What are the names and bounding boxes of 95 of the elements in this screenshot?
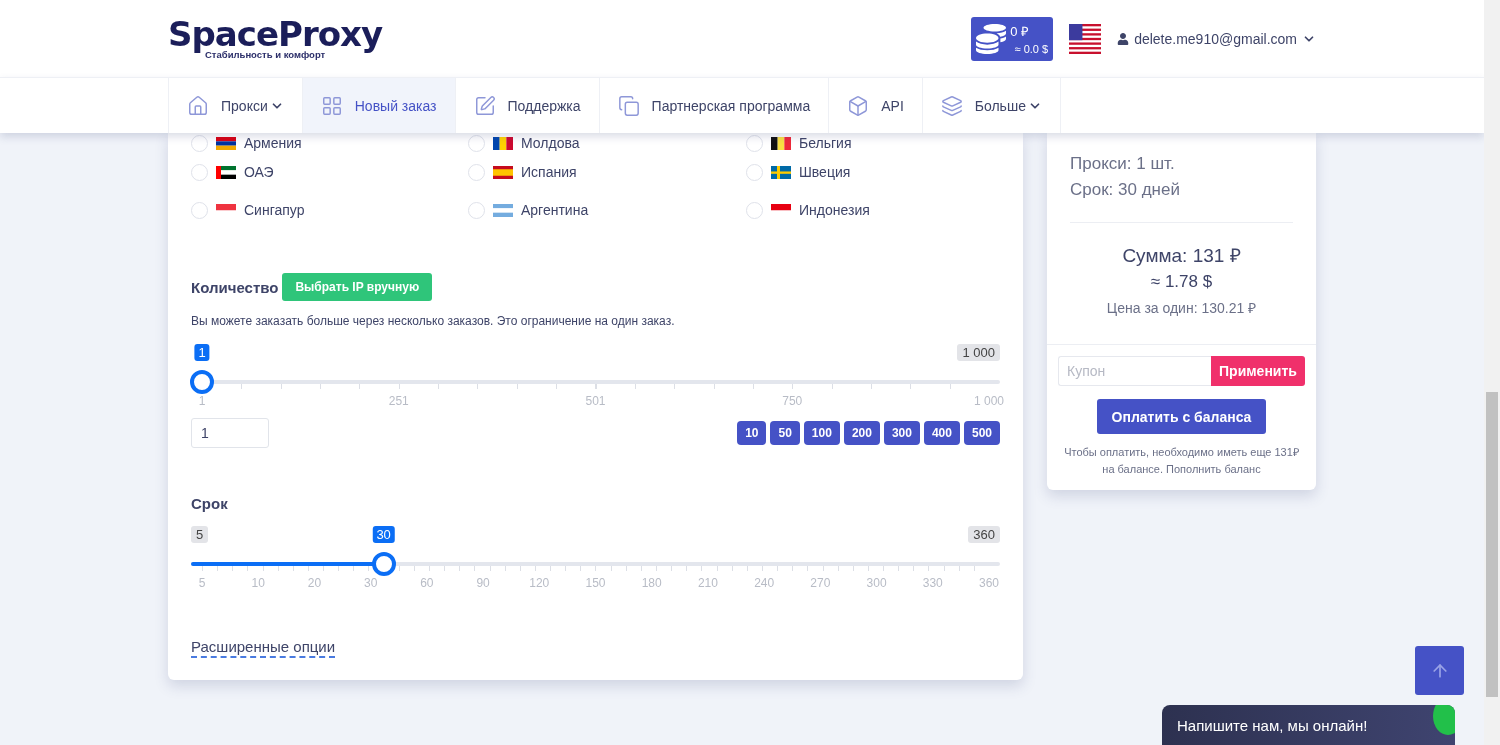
- limit-note: Вы можете заказать больше через несколько заказов. Это ограничение на один заказ.: [191, 314, 676, 328]
- tick-label: 1: [198, 394, 206, 408]
- country-option[interactable]: Бельгия: [746, 133, 1000, 153]
- country-option[interactable]: Швеция: [746, 153, 1000, 191]
- country-option[interactable]: Аргентина: [468, 191, 746, 229]
- preset-button[interactable]: 100: [803, 421, 840, 445]
- flag-icon: [216, 165, 236, 179]
- balance-button[interactable]: 0 ₽ ≈ 0.0 $: [971, 16, 1054, 61]
- nav-tab[interactable]: Партнерская программа: [599, 78, 830, 133]
- tick-label: 300: [866, 576, 887, 590]
- country-option[interactable]: Армения: [191, 133, 468, 153]
- user-icon: [1117, 32, 1130, 45]
- preset-button[interactable]: 200: [843, 421, 880, 445]
- preset-button[interactable]: 500: [963, 421, 1000, 445]
- country-name: Бельгия: [799, 135, 852, 151]
- nav-tab[interactable]: Прокси: [168, 78, 303, 133]
- cube-icon: [847, 94, 870, 117]
- flag-icon: [493, 165, 513, 179]
- tick-label: 251: [388, 394, 409, 408]
- tick-label: 210: [697, 576, 718, 590]
- pencil-square-icon: [473, 94, 496, 117]
- total-usd: ≈ 1.78 $: [1150, 271, 1213, 293]
- tick-label: 360: [979, 576, 999, 590]
- flag-icon: [771, 136, 791, 150]
- slider-thumb[interactable]: [190, 370, 214, 394]
- tick-label: 180: [641, 576, 662, 590]
- tick-label: 60: [420, 576, 434, 590]
- house-icon: [187, 94, 209, 117]
- country-name: Индонезия: [799, 202, 870, 218]
- max-value-badge: 1 000: [957, 344, 1000, 361]
- scrollbar[interactable]: [1484, 0, 1500, 745]
- tick-label: 150: [585, 576, 606, 590]
- proxy-count: Прокси: 1 шт.: [1070, 153, 1176, 175]
- min-value-badge: 5: [191, 526, 209, 543]
- country-option[interactable]: ОАЭ: [191, 153, 468, 191]
- tick-label: 90: [476, 576, 490, 590]
- country-option[interactable]: Индонезия: [746, 191, 1000, 229]
- section-title: Количество: [191, 278, 279, 296]
- layers-icon: [940, 94, 963, 117]
- pay-button[interactable]: Оплатить с баланса: [1096, 399, 1267, 434]
- chat-widget[interactable]: Напишите нам, мы онлайн!: [1162, 705, 1455, 745]
- copy-icon: [617, 94, 640, 117]
- flag-icon: [1069, 23, 1102, 54]
- nav-tab[interactable]: API: [829, 78, 923, 133]
- tick-label: 240: [754, 576, 775, 590]
- tick-label: 330: [922, 576, 943, 590]
- advanced-options-link[interactable]: Расширенные опции: [191, 638, 336, 658]
- unit-price: Цена за один: 130.21 ₽: [1106, 299, 1257, 318]
- preset-button[interactable]: 50: [770, 421, 800, 445]
- flag-icon: [216, 136, 236, 150]
- slider-thumb[interactable]: [371, 552, 396, 576]
- total-sum: Сумма: 131 ₽: [1122, 244, 1241, 268]
- flag-icon: [771, 165, 791, 179]
- grid-icon: [320, 94, 343, 117]
- country-name: Швеция: [799, 164, 851, 180]
- tick-label: 750: [782, 394, 803, 408]
- tick-label: 20: [307, 576, 322, 590]
- preset-button[interactable]: 10: [737, 421, 767, 445]
- country-option[interactable]: Сингапур: [191, 191, 468, 229]
- country-option[interactable]: Испания: [468, 153, 746, 191]
- payment-note: Чтобы оплатить, необходимо иметь еще 131₽ на балансе. Пополнить баланс: [1063, 445, 1300, 477]
- quantity-field[interactable]: 1: [191, 418, 269, 448]
- period-summary: Срок: 30 дней: [1070, 179, 1181, 201]
- tick-label: 30: [363, 576, 378, 590]
- tick-label: 10: [251, 576, 265, 590]
- value-bubble: 1: [194, 344, 210, 361]
- max-value-badge: 360: [968, 526, 1000, 543]
- tick-label: 120: [529, 576, 550, 590]
- top-up-link[interactable]: Пополнить баланс: [1166, 463, 1261, 475]
- tick-label: 1 000: [974, 394, 1004, 408]
- nav-tab[interactable]: Поддержка: [455, 78, 600, 133]
- country-name: Аргентина: [521, 202, 589, 218]
- coupon-field[interactable]: Купон: [1058, 356, 1211, 386]
- user-menu[interactable]: delete.me910@gmail.com: [1117, 30, 1316, 47]
- value-bubble: 30: [372, 526, 395, 543]
- coins-icon: [976, 23, 1007, 54]
- country-name: Молдова: [521, 135, 580, 151]
- nav-tab[interactable]: Новый заказ: [302, 78, 456, 133]
- country-name: Испания: [521, 164, 577, 180]
- tick-label: 5: [198, 576, 206, 590]
- section-title: Срок: [191, 495, 228, 512]
- flag-icon: [493, 203, 513, 217]
- preset-button[interactable]: 300: [883, 421, 920, 445]
- country-name: ОАЭ: [244, 164, 274, 180]
- nav-tab[interactable]: Больше: [922, 78, 1061, 133]
- country-name: Сингапур: [244, 202, 305, 218]
- country-option[interactable]: Молдова: [468, 133, 746, 153]
- tick-label: 270: [810, 576, 831, 590]
- logo[interactable]: SpaceProxy Стабильность и комфорт: [168, 17, 383, 60]
- flag-icon: [493, 136, 513, 150]
- scroll-up-button[interactable]: [1415, 646, 1464, 695]
- apply-button[interactable]: Применить: [1211, 356, 1305, 386]
- preset-button[interactable]: 400: [923, 421, 960, 445]
- country-name: Армения: [244, 135, 302, 151]
- tick-label: 501: [585, 394, 606, 408]
